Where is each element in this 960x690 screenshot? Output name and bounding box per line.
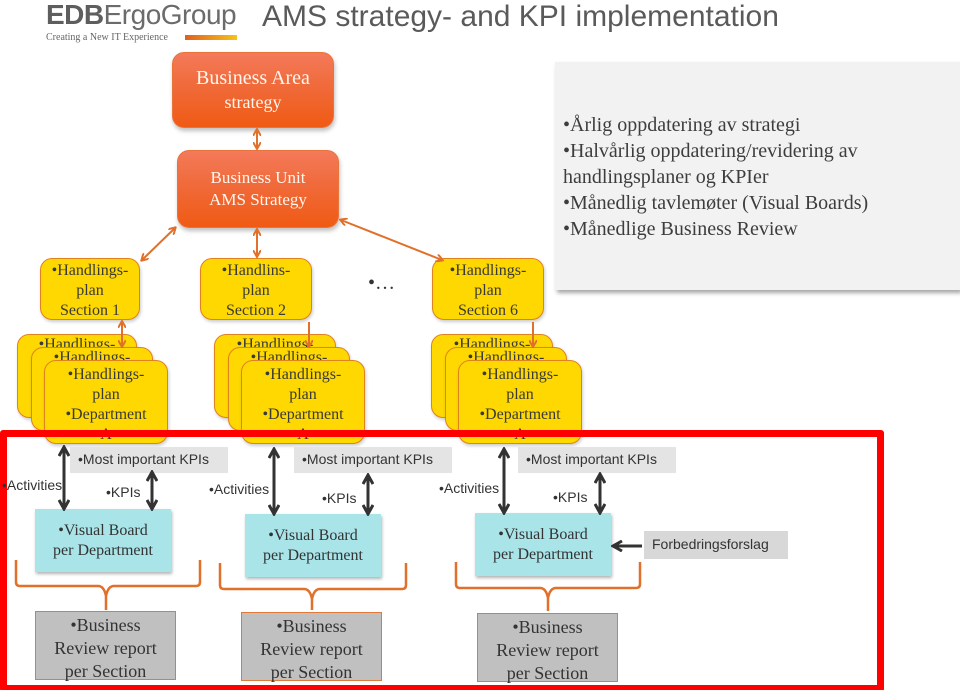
arrow-unit-to-section-1 — [142, 228, 175, 260]
brace — [454, 562, 642, 611]
brace — [14, 560, 202, 610]
brace — [218, 563, 408, 610]
connectors-layer — [14, 0, 642, 611]
arrow-unit-to-section-6 — [341, 220, 442, 260]
